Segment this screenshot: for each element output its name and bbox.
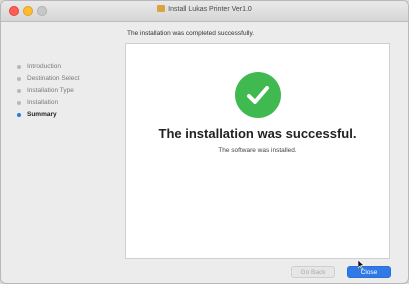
mouse-cursor-icon	[358, 260, 365, 270]
step-installation-type: Installation Type	[15, 85, 120, 97]
success-checkmark-icon	[235, 72, 281, 118]
close-button[interactable]: Close	[347, 266, 391, 278]
step-label: Destination Select	[27, 75, 80, 82]
title-bar[interactable]: Install Lukas Printer Ver1.0	[1, 1, 408, 22]
step-bullet-icon	[17, 65, 21, 69]
success-message: The software was installed.	[218, 147, 297, 154]
step-label: Installation	[27, 99, 59, 106]
step-bullet-icon	[17, 101, 21, 105]
step-label: Summary	[27, 111, 57, 118]
step-destination-select: Destination Select	[15, 73, 120, 85]
installer-steps-sidebar: Introduction Destination Select Installa…	[15, 61, 120, 121]
step-bullet-icon	[17, 89, 21, 93]
package-icon	[157, 5, 166, 12]
step-bullet-icon	[17, 77, 21, 81]
go-back-button[interactable]: Go Back	[291, 266, 335, 278]
window-title: Install Lukas Printer Ver1.0	[168, 6, 252, 13]
success-headline: The installation was successful.	[158, 126, 357, 141]
step-label: Installation Type	[27, 87, 74, 94]
step-summary: Summary	[15, 109, 120, 121]
step-bullet-icon	[17, 113, 21, 117]
step-installation: Installation	[15, 97, 120, 109]
status-subheader: The installation was completed successfu…	[127, 30, 255, 37]
window-title-container: Install Lukas Printer Ver1.0	[1, 5, 408, 13]
summary-panel: The installation was successful. The sof…	[125, 43, 390, 259]
installer-window: Install Lukas Printer Ver1.0 The install…	[0, 0, 409, 284]
step-introduction: Introduction	[15, 61, 120, 73]
step-label: Introduction	[27, 63, 61, 70]
